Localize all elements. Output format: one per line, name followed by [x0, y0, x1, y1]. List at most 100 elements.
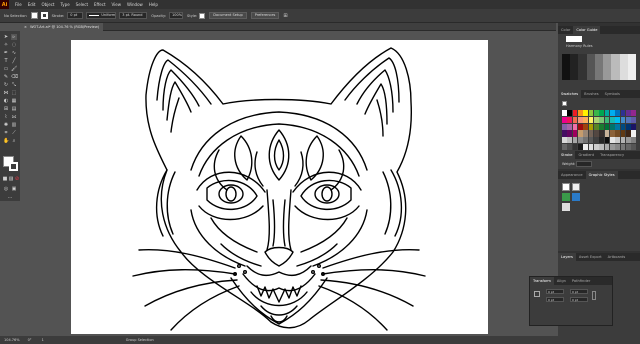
paintbrush-icon[interactable]: 🖌: [11, 66, 17, 72]
swatch-cell[interactable]: [615, 116, 621, 123]
swatch-cell[interactable]: [620, 130, 626, 137]
base-color-swatch[interactable]: [566, 36, 582, 42]
line-tool-icon[interactable]: ╱: [11, 58, 17, 64]
swatch-cell[interactable]: [572, 143, 578, 150]
tab-graphic-styles[interactable]: Graphic Styles: [585, 171, 618, 179]
tab-brushes[interactable]: Brushes: [581, 90, 601, 98]
stroke-weight-field[interactable]: 0 pt: [67, 12, 84, 19]
style-thumb-5[interactable]: [562, 203, 570, 211]
stroke-swatch[interactable]: [40, 12, 48, 19]
swatch-cell[interactable]: [599, 110, 605, 117]
preferences-button[interactable]: Preferences: [250, 12, 280, 19]
swatch-cell[interactable]: [583, 137, 589, 144]
style-thumb-3[interactable]: [562, 193, 570, 201]
symbol-sprayer-icon[interactable]: ✺: [3, 122, 9, 128]
color-guide-cell[interactable]: [619, 73, 628, 80]
type-tool-icon[interactable]: T: [3, 58, 9, 64]
swatch-cell[interactable]: [631, 137, 636, 144]
swatch-cell[interactable]: [625, 143, 631, 150]
swatch-cell[interactable]: [588, 130, 594, 137]
fill-swatch[interactable]: [30, 12, 38, 19]
swatch-cell[interactable]: [567, 123, 573, 130]
eraser-icon[interactable]: ⌫: [11, 74, 18, 80]
swatch-cell[interactable]: [615, 110, 621, 117]
swatch-cell[interactable]: [572, 123, 578, 130]
swatch-cell[interactable]: [588, 116, 594, 123]
color-guide-cell[interactable]: [570, 73, 579, 80]
swatch-cell[interactable]: [562, 116, 567, 123]
color-guide-cell[interactable]: [611, 73, 620, 80]
swatch-cell[interactable]: [599, 123, 605, 130]
tab-pathfinder[interactable]: Pathfinder: [569, 277, 593, 285]
app-logo[interactable]: Ai: [0, 0, 9, 9]
arrange-icon[interactable]: ⊞: [283, 13, 287, 19]
tab-artboards[interactable]: Artboards: [605, 253, 629, 261]
swatch-cell[interactable]: [583, 116, 589, 123]
slice-tool-icon[interactable]: ⟋: [11, 130, 17, 136]
swatch-cell[interactable]: [604, 130, 610, 137]
tab-symbols[interactable]: Symbols: [602, 90, 623, 98]
swatch-cell[interactable]: [577, 143, 583, 150]
swatch-cell[interactable]: [599, 143, 605, 150]
color-guide-cell[interactable]: [578, 73, 587, 80]
width-tool-icon[interactable]: ⋈: [3, 90, 9, 96]
cat-illustration[interactable]: [71, 40, 488, 334]
rotate-tool-icon[interactable]: ↻: [3, 82, 9, 88]
swatch-cell[interactable]: [577, 123, 583, 130]
close-tab-icon[interactable]: ×: [24, 25, 27, 29]
swatch-cell[interactable]: [615, 130, 621, 137]
screen-mode-icon[interactable]: ▣: [11, 186, 17, 192]
menu-help[interactable]: Help: [149, 2, 158, 7]
swatch-cell[interactable]: [599, 130, 605, 137]
tab-gradient[interactable]: Gradient: [575, 151, 597, 159]
swatch-cell[interactable]: [583, 130, 589, 137]
document-tab[interactable]: × WOT-Art.ai* @ 104.76 % (RGB/Preview): [20, 22, 104, 31]
menu-file[interactable]: File: [15, 2, 22, 7]
rotate-view-angle[interactable]: 0°: [28, 338, 32, 342]
style-swatch[interactable]: [199, 12, 206, 19]
swatch-cell[interactable]: [593, 123, 599, 130]
tab-color[interactable]: Color: [558, 26, 573, 34]
swatch-cell[interactable]: [588, 143, 594, 150]
swatch-cell[interactable]: [593, 110, 599, 117]
swatch-cell[interactable]: [609, 110, 615, 117]
swatch-cell[interactable]: [604, 123, 610, 130]
swatch-cell[interactable]: [631, 143, 636, 150]
swatch-cell[interactable]: [593, 116, 599, 123]
swatch-cell[interactable]: [593, 143, 599, 150]
swatch-cell[interactable]: [562, 137, 567, 144]
tab-stroke[interactable]: Stroke: [558, 151, 576, 159]
swatch-cell[interactable]: [567, 143, 573, 150]
menu-window[interactable]: Window: [127, 2, 143, 7]
hand-tool-icon[interactable]: ✋: [3, 138, 9, 144]
harmony-rules-label[interactable]: Harmony Rules: [566, 44, 593, 48]
perspective-grid-icon[interactable]: ▦: [11, 98, 17, 104]
swatch-cell[interactable]: [620, 116, 626, 123]
swatch-cell[interactable]: [620, 123, 626, 130]
constrain-link-icon[interactable]: [592, 291, 596, 300]
swatch-cell[interactable]: [615, 137, 621, 144]
swatch-cell[interactable]: [604, 137, 610, 144]
reference-point-icon[interactable]: [534, 291, 540, 297]
swatch-cell[interactable]: [625, 110, 631, 117]
swatch-cell[interactable]: [609, 130, 615, 137]
menu-object[interactable]: Object: [41, 2, 54, 7]
curvature-tool-icon[interactable]: ∿: [11, 50, 17, 56]
zoom-level[interactable]: 104.76%: [4, 338, 20, 342]
direct-selection-tool-icon[interactable]: ▹: [11, 34, 17, 40]
swatch-cell[interactable]: [625, 116, 631, 123]
swatch-cell[interactable]: [593, 137, 599, 144]
swatch-cell[interactable]: [609, 116, 615, 123]
lasso-icon[interactable]: ◌: [11, 42, 17, 48]
tab-asset-export[interactable]: Asset Export: [576, 253, 605, 261]
pen-tool-icon[interactable]: ✒: [3, 50, 9, 56]
opacity-field[interactable]: 100%: [169, 12, 184, 19]
width-field[interactable]: 0 pt: [570, 289, 588, 294]
swatch-cell[interactable]: [609, 123, 615, 130]
swatch-cell[interactable]: [562, 130, 567, 137]
stroke-weight-input[interactable]: [576, 161, 592, 167]
tab-appearance[interactable]: Appearance: [558, 171, 586, 179]
tab-layers[interactable]: Layers: [558, 253, 576, 261]
swatch-cell[interactable]: [615, 123, 621, 130]
artboard[interactable]: [71, 40, 488, 334]
